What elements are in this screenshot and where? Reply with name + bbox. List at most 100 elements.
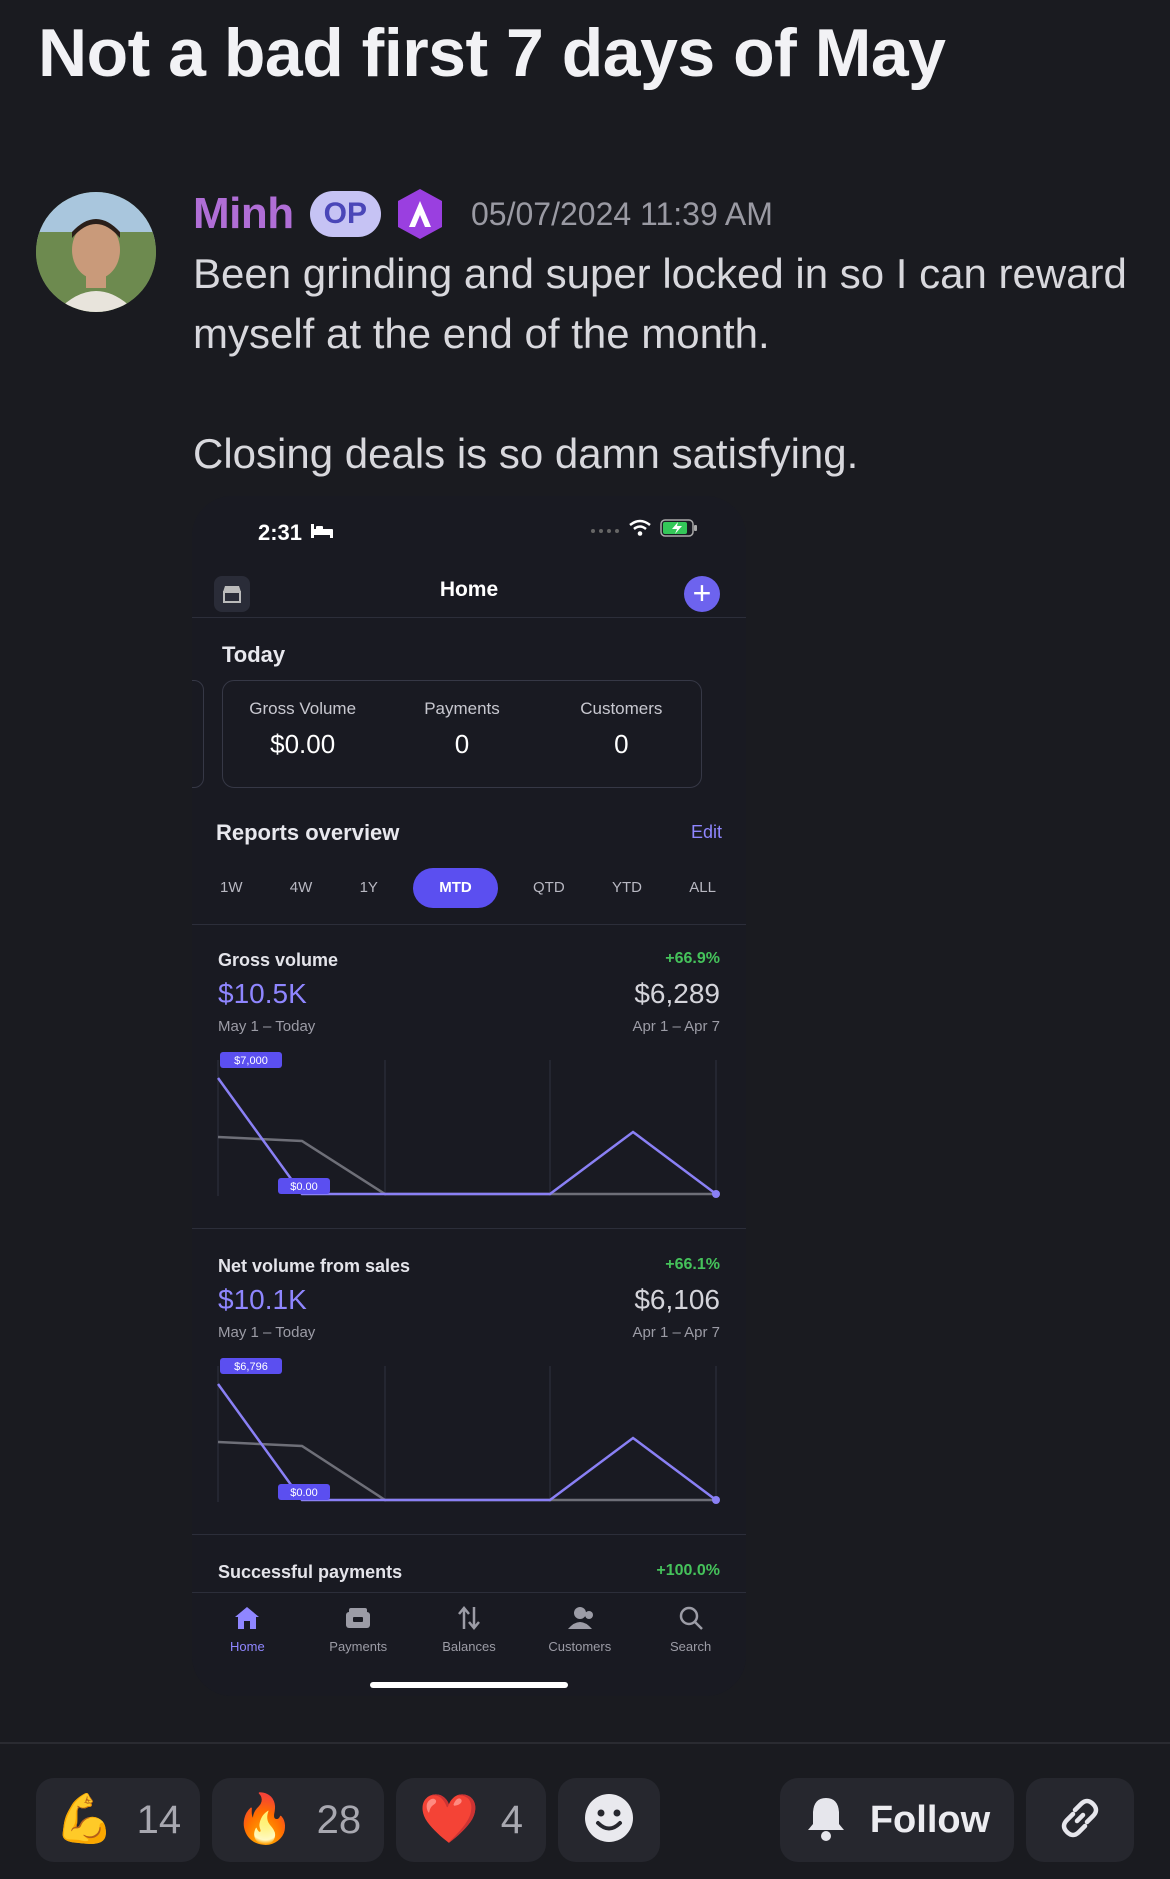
metric-value: $0.00: [270, 729, 336, 759]
status-time: 2:31: [258, 520, 303, 545]
wallet-icon: [303, 1603, 414, 1633]
post-body: Been grinding and super locked in so I c…: [193, 244, 1143, 484]
report-prev-value: $6,289: [634, 978, 720, 1009]
post-timestamp: 05/07/2024 11:39 AM: [471, 195, 773, 232]
tab-search[interactable]: Search: [635, 1593, 746, 1696]
range-tab-1y[interactable]: 1Y: [348, 868, 390, 908]
metric-label: Customers: [580, 699, 663, 718]
report-value: $10.5K: [218, 978, 307, 1009]
report-prev-value: $6,106: [634, 1284, 720, 1315]
metric-value: 0: [614, 729, 629, 759]
attached-screenshot[interactable]: 2:31 Home + Today Gross Volume $0.00 Pay…: [192, 496, 746, 1696]
customers-icon: [524, 1603, 635, 1633]
post-body-line: Been grinding and super locked in so I c…: [193, 250, 1127, 297]
report-delta: +66.9%: [665, 950, 720, 967]
post-body-line: Closing deals is so damn satisfying.: [193, 430, 859, 477]
author-avatar[interactable]: [36, 192, 156, 312]
app-title: Home: [439, 578, 499, 601]
battery-icon: [660, 518, 698, 543]
tab-home[interactable]: Home: [192, 1593, 303, 1696]
smiley-icon: [583, 1792, 635, 1849]
report-range: May 1 – Today: [218, 1018, 316, 1035]
post-body-line: myself at the end of the month.: [193, 310, 770, 357]
metric-value: 0: [454, 729, 470, 759]
reaction-heart-button[interactable]: ❤️ 4: [396, 1778, 546, 1862]
range-tabs: 1W 4W 1Y MTD QTD YTD ALL: [208, 868, 728, 908]
add-reaction-button[interactable]: [558, 1778, 660, 1862]
op-badge: OP: [309, 191, 381, 237]
range-tab-4w[interactable]: 4W: [278, 868, 325, 908]
status-bar: 2:31: [192, 496, 746, 568]
metric-gross-volume: Gross Volume $0.00: [223, 681, 382, 787]
chart-max-label: $7,000: [234, 1055, 268, 1067]
home-indicator: [370, 1682, 568, 1688]
report-net-volume[interactable]: Net volume from sales +66.1% $10.1K $6,1…: [192, 1230, 746, 1530]
app-header: Home +: [192, 568, 746, 618]
bell-icon: [804, 1794, 848, 1847]
wifi-icon: [628, 519, 652, 542]
range-tab-all[interactable]: ALL: [677, 868, 728, 908]
divider: [0, 1742, 1170, 1744]
follow-label: Follow: [869, 1798, 991, 1841]
heart-icon: ❤️: [418, 1793, 479, 1846]
tab-label: Search: [669, 1639, 712, 1654]
reaction-muscle-button[interactable]: 💪 14: [36, 1778, 200, 1862]
report-value: $10.1K: [218, 1284, 307, 1315]
tab-label: Balances: [442, 1639, 496, 1654]
reports-title: Reports overview: [216, 820, 400, 845]
metric-payments: Payments 0: [382, 681, 541, 787]
range-tab-1w[interactable]: 1W: [208, 868, 255, 908]
chart-min-label: $0.00: [290, 1487, 318, 1499]
metric-customers: Customers 0: [542, 681, 701, 787]
bottom-tab-bar: Home Payments Balances Customers Search: [192, 1592, 746, 1696]
report-name: Net volume from sales: [218, 1256, 411, 1276]
report-name[interactable]: Successful payments: [218, 1562, 402, 1583]
tab-label: Payments: [329, 1639, 388, 1654]
home-icon: [192, 1603, 303, 1633]
report-prev-range: Apr 1 – Apr 7: [632, 1018, 720, 1035]
report-name: Gross volume: [218, 950, 339, 970]
reaction-count: 4: [500, 1797, 523, 1842]
reaction-fire-button[interactable]: 🔥 28: [212, 1778, 384, 1862]
follow-button[interactable]: Follow: [780, 1778, 1014, 1862]
range-tab-mtd[interactable]: MTD: [413, 868, 498, 908]
divider: [192, 1534, 746, 1535]
chart-max-label: $6,796: [234, 1361, 268, 1373]
today-label: Today: [222, 642, 286, 667]
edit-link[interactable]: Edit: [691, 822, 722, 843]
reaction-count: 14: [136, 1797, 182, 1842]
today-card-peek[interactable]: [192, 680, 204, 788]
tab-balances[interactable]: Balances: [414, 1593, 525, 1696]
post-title: Not a bad first 7 days of May: [38, 15, 946, 91]
copy-link-button[interactable]: [1026, 1778, 1134, 1862]
fire-icon: 🔥: [234, 1793, 295, 1846]
bed-icon: [310, 523, 334, 544]
report-delta: +100.0%: [656, 1562, 720, 1579]
report-prev-range: Apr 1 – Apr 7: [632, 1324, 720, 1341]
report-range: May 1 – Today: [218, 1324, 316, 1341]
tier-badge-icon: [395, 187, 445, 241]
report-delta: +66.1%: [665, 1256, 720, 1273]
range-tab-ytd[interactable]: YTD: [600, 868, 654, 908]
search-icon: [635, 1603, 746, 1633]
link-icon: [1055, 1793, 1105, 1848]
author-row: Minh OP 05/07/2024 11:39 AM: [193, 182, 773, 246]
muscle-icon: 💪: [54, 1793, 115, 1846]
divider: [192, 1228, 746, 1229]
add-button[interactable]: +: [684, 576, 720, 612]
author-name[interactable]: Minh: [193, 189, 294, 239]
chart-min-label: $0.00: [290, 1181, 318, 1193]
tab-customers[interactable]: Customers: [524, 1593, 635, 1696]
reaction-count: 28: [316, 1797, 362, 1842]
tab-label: Customers: [548, 1639, 612, 1654]
arrows-icon: [414, 1603, 525, 1633]
tab-label: Home: [230, 1639, 265, 1654]
report-gross-volume[interactable]: Gross volume +66.9% $10.5K $6,289 May 1 …: [192, 924, 746, 1224]
net-volume-chart: $6,796 $0.00: [216, 1358, 720, 1504]
today-card[interactable]: Gross Volume $0.00 Payments 0 Customers …: [222, 680, 702, 788]
metric-label: Gross Volume: [249, 699, 357, 718]
gross-volume-chart: $7,000 $0.00: [216, 1052, 720, 1198]
metric-label: Payments: [424, 699, 500, 718]
range-tab-qtd[interactable]: QTD: [521, 868, 577, 908]
tab-payments[interactable]: Payments: [303, 1593, 414, 1696]
